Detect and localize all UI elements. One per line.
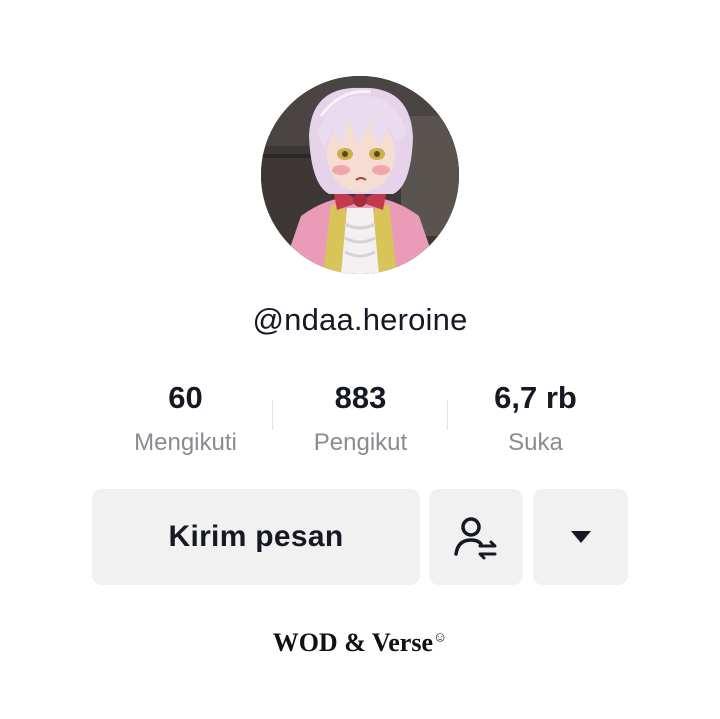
profile-page: @ndaa.heroine 60 Mengikuti 883 Pengikut … — [0, 0, 720, 719]
stat-likes: 6,7 rb Suka — [448, 378, 623, 458]
following-count: 60 — [168, 380, 203, 415]
following-label: Mengikuti — [134, 429, 237, 456]
username: @ndaa.heroine — [252, 302, 468, 337]
send-message-label: Kirim pesan — [168, 520, 344, 553]
watermark-text: WOD & Verse — [272, 628, 434, 657]
watermark: WOD & Verse☺ — [0, 628, 720, 658]
stat-followers[interactable]: 883 Pengikut — [273, 378, 448, 458]
followers-count: 883 — [334, 380, 387, 415]
stats-row: 60 Mengikuti 883 Pengikut 6,7 rb Suka — [100, 378, 620, 458]
stat-following[interactable]: 60 Mengikuti — [98, 378, 273, 458]
friends-button[interactable] — [429, 489, 523, 585]
more-options-button[interactable] — [533, 489, 628, 585]
likes-label: Suka — [508, 429, 563, 456]
avatar-image — [261, 76, 459, 274]
caret-down-icon — [570, 531, 591, 543]
avatar[interactable] — [261, 76, 459, 274]
watermark-mark: ☺ — [433, 630, 448, 646]
user-swap-icon — [454, 517, 497, 560]
send-message-button[interactable]: Kirim pesan — [92, 489, 420, 585]
followers-label: Pengikut — [313, 429, 408, 456]
likes-count: 6,7 rb — [494, 380, 577, 415]
